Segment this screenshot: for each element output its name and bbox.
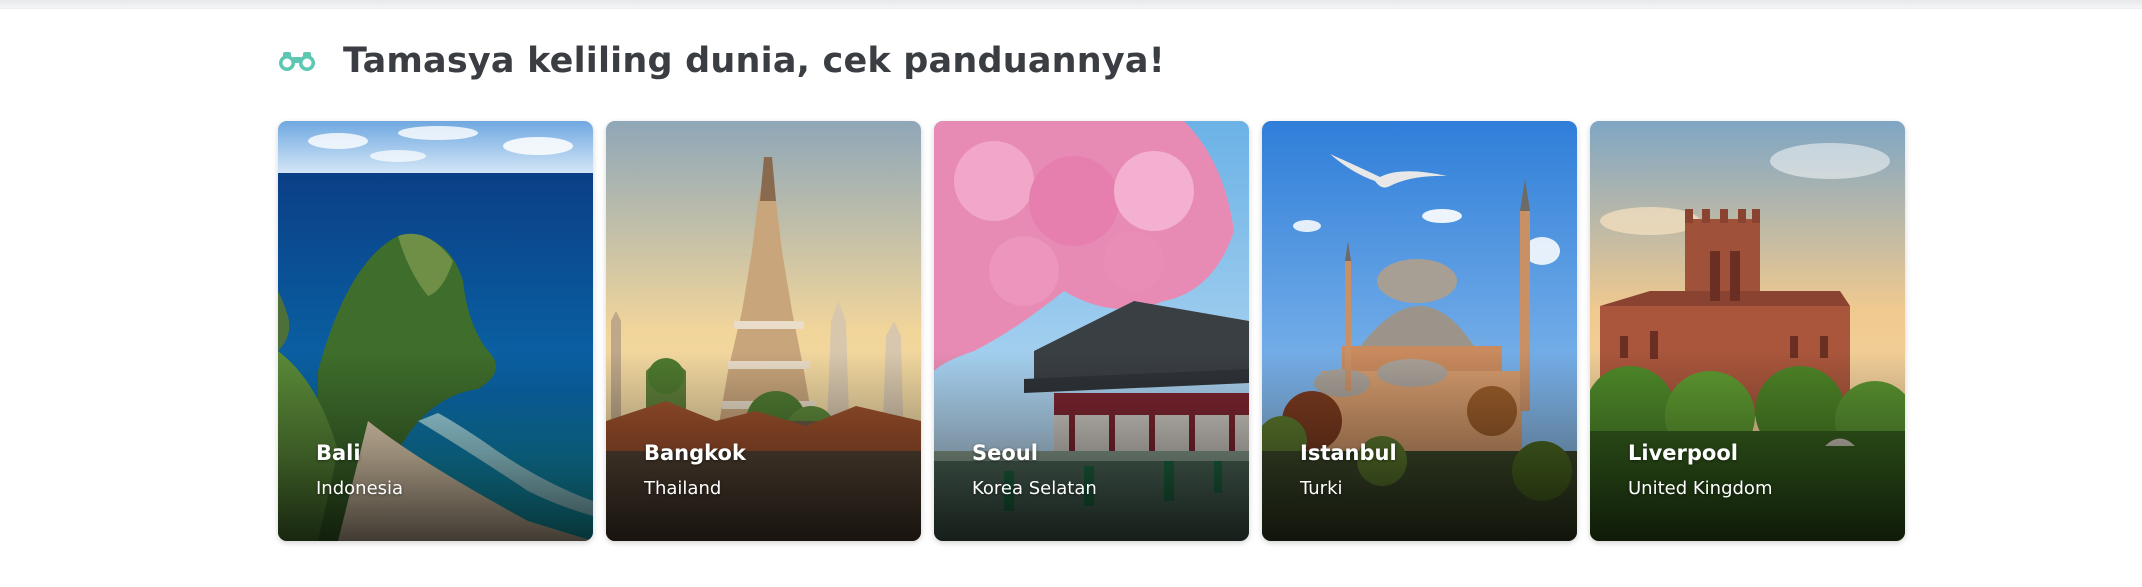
binoculars-icon <box>278 48 316 74</box>
section-title: Tamasya keliling dunia, cek panduannya! <box>343 41 1165 81</box>
destination-card-bali[interactable]: Bali Indonesia <box>278 121 593 541</box>
card-country-name: Thailand <box>644 478 722 499</box>
destination-card-liverpool[interactable]: Liverpool United Kingdom <box>1590 121 1905 541</box>
destination-card-seoul[interactable]: Seoul Korea Selatan <box>934 121 1249 541</box>
destination-card-istanbul[interactable]: Istanbul Turki <box>1262 121 1577 541</box>
card-country-name: United Kingdom <box>1628 478 1773 499</box>
destination-card-bangkok[interactable]: Bangkok Thailand <box>606 121 921 541</box>
card-city-name: Seoul <box>972 441 1038 465</box>
card-city-name: Liverpool <box>1628 441 1738 465</box>
card-country-name: Indonesia <box>316 478 404 499</box>
destination-guides-section: Tamasya keliling dunia, cek panduannya! <box>0 0 2142 587</box>
card-country-name: Korea Selatan <box>972 478 1097 499</box>
card-city-name: Bangkok <box>644 441 746 465</box>
card-country-name: Turki <box>1300 478 1343 499</box>
card-city-name: Istanbul <box>1300 441 1397 465</box>
card-city-name: Bali <box>316 441 361 465</box>
destination-card-list: Bali Indonesia Bangkok Thailand Seoul Ko… <box>278 121 1905 541</box>
section-header: Tamasya keliling dunia, cek panduannya! <box>278 36 1165 86</box>
